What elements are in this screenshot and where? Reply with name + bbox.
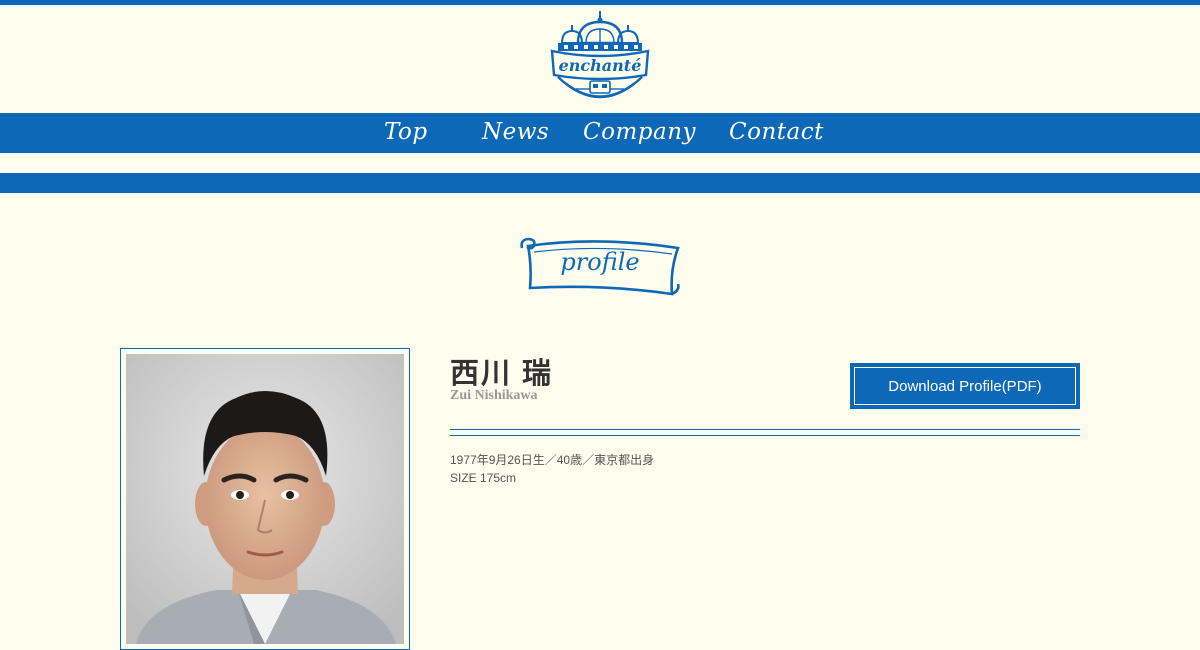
nav-item-contact[interactable]: Contact <box>729 113 824 153</box>
main-nav: Top News Company Contact <box>0 113 1200 153</box>
enchante-logo[interactable]: enchanté <box>548 9 652 103</box>
nav-item-company[interactable]: Company <box>583 113 696 153</box>
section-title: profile <box>560 248 639 276</box>
person-name-english: Zui Nishikawa <box>450 388 538 403</box>
section-title-banner: profile <box>520 237 680 296</box>
divider-line <box>450 435 1080 436</box>
person-name-japanese: 西川 瑞 <box>450 358 554 390</box>
nav-item-news[interactable]: News <box>482 113 549 153</box>
sub-bar <box>0 173 1200 193</box>
download-profile-button[interactable]: Download Profile(PDF) <box>850 363 1080 409</box>
profile-size: SIZE 175cm <box>450 471 517 485</box>
download-profile-label: Download Profile(PDF) <box>854 367 1076 405</box>
divider-line <box>450 429 1080 430</box>
portrait-photo <box>126 354 404 644</box>
logo-text: enchanté <box>559 56 642 75</box>
profile-birth-info: 1977年9月26日生／40歳／東京都出身 <box>450 453 655 467</box>
top-rule <box>0 0 1200 5</box>
portrait-image <box>126 354 404 644</box>
nav-item-top[interactable]: Top <box>384 113 428 153</box>
portrait-frame <box>120 348 410 650</box>
